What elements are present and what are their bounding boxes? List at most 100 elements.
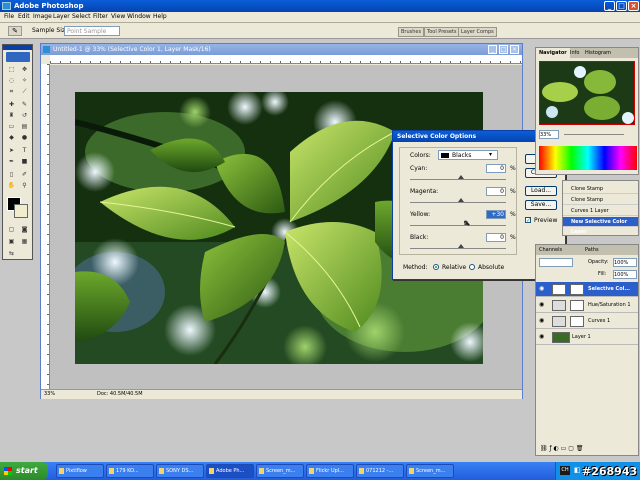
black-slider-thumb[interactable]: [458, 244, 464, 248]
taskbar-item[interactable]: Screen_m...: [256, 464, 304, 478]
gradient-tool-icon[interactable]: ▤: [19, 122, 30, 131]
path-selection-tool-icon[interactable]: ➤: [6, 146, 17, 155]
history-item[interactable]: Clone Stamp: [563, 195, 638, 205]
shape-tool-icon[interactable]: ■: [19, 157, 30, 166]
photoshop-logo-icon[interactable]: [6, 52, 30, 62]
yellow-input[interactable]: +30: [486, 210, 506, 219]
menu-edit[interactable]: Edit: [18, 13, 30, 20]
fill-input[interactable]: 100%: [613, 270, 637, 279]
doc-minimize-button[interactable]: _: [488, 45, 497, 54]
yellow-slider-track[interactable]: [410, 225, 506, 226]
type-tool-icon[interactable]: T: [19, 146, 30, 155]
load-button[interactable]: Load...: [525, 186, 557, 196]
maximize-button[interactable]: □: [616, 1, 627, 11]
sample-size-select[interactable]: Point Sample: [64, 26, 120, 36]
background-color-swatch[interactable]: [14, 204, 28, 218]
menu-filter[interactable]: Filter: [93, 13, 108, 20]
doc-maximize-button[interactable]: □: [499, 45, 508, 54]
history-item[interactable]: Clone Stamp: [563, 184, 638, 194]
black-slider-track[interactable]: [410, 248, 506, 249]
blend-mode-select[interactable]: [539, 258, 573, 267]
visibility-eye-icon[interactable]: ◉: [539, 286, 545, 292]
preview-label[interactable]: Preview: [534, 217, 557, 224]
visibility-eye-icon[interactable]: ◉: [539, 334, 545, 340]
menu-image[interactable]: Image: [33, 13, 52, 20]
colors-select[interactable]: Blacks ▾: [438, 150, 498, 160]
save-button[interactable]: Save...: [525, 200, 557, 210]
cyan-slider-thumb[interactable]: [458, 175, 464, 179]
tab-histogram[interactable]: Histogram: [582, 48, 614, 58]
blur-tool-icon[interactable]: ◆: [6, 133, 17, 142]
navigator-thumbnail[interactable]: [539, 61, 635, 125]
quick-mask-mode-icon[interactable]: ◙: [19, 225, 30, 234]
color-ramp[interactable]: [539, 146, 637, 170]
method-absolute-radio[interactable]: [469, 264, 475, 270]
layer-row-layer-1[interactable]: ◉ Layer 1: [536, 330, 638, 345]
zoom-tool-icon[interactable]: ⚲: [19, 181, 30, 190]
dodge-tool-icon[interactable]: ●: [19, 133, 30, 142]
start-button[interactable]: start: [0, 462, 48, 480]
well-tab-tool-presets[interactable]: Tool Presets: [424, 27, 460, 37]
close-button[interactable]: ×: [628, 1, 639, 11]
visibility-eye-icon[interactable]: ◉: [539, 302, 545, 308]
taskbar-item[interactable]: 179 KO...: [106, 464, 154, 478]
eyedropper-tool-icon[interactable]: ✐: [19, 170, 30, 179]
zoom-level[interactable]: 33%: [44, 390, 55, 399]
tab-info[interactable]: Info: [567, 48, 582, 58]
layer-mask-thumb[interactable]: [570, 300, 584, 311]
method-relative-label[interactable]: Relative: [442, 264, 466, 271]
preview-checkbox[interactable]: ✓: [525, 217, 531, 224]
navigator-zoom-input[interactable]: 33%: [539, 130, 559, 139]
layer-row-selective-color[interactable]: ◉ Selective Col...: [536, 282, 638, 297]
history-brush-tool-icon[interactable]: ↺: [19, 111, 30, 120]
navigator-zoom-slider[interactable]: [564, 134, 624, 135]
hand-tool-icon[interactable]: ✋: [6, 181, 17, 190]
menu-select[interactable]: Select: [72, 13, 91, 20]
slice-tool-icon[interactable]: ⟋: [19, 87, 30, 96]
history-item-selected[interactable]: New Selective Color Layer: [563, 217, 638, 235]
cyan-input[interactable]: 0: [486, 164, 506, 173]
crop-tool-icon[interactable]: ⌗: [6, 87, 17, 96]
history-item[interactable]: Curves 1 Layer: [563, 206, 638, 216]
taskbar-item-active[interactable]: Adobe Ph...: [206, 464, 254, 478]
taskbar-item[interactable]: SONY DS...: [156, 464, 204, 478]
layer-row-hue-saturation[interactable]: ◉ Hue/Saturation 1: [536, 298, 638, 313]
menu-file[interactable]: File: [4, 13, 14, 20]
menu-layer[interactable]: Layer: [53, 13, 70, 20]
taskbar-item[interactable]: Pixtiflow: [56, 464, 104, 478]
menu-help[interactable]: Help: [153, 13, 167, 20]
menu-view[interactable]: View: [111, 13, 125, 20]
tab-paths[interactable]: Paths: [582, 245, 602, 255]
doc-close-button[interactable]: ×: [510, 45, 519, 54]
taskbar-item[interactable]: Screen_m...: [406, 464, 454, 478]
layer-mask-thumb[interactable]: [570, 284, 584, 295]
full-screen-mode-icon[interactable]: ▦: [19, 237, 30, 246]
taskbar-item[interactable]: 071212 -...: [356, 464, 404, 478]
opacity-input[interactable]: 100%: [613, 258, 637, 267]
magenta-input[interactable]: 0: [486, 187, 506, 196]
language-indicator-icon[interactable]: CH: [560, 466, 570, 475]
taskbar-item[interactable]: Flickr Upl...: [306, 464, 354, 478]
clone-stamp-tool-icon[interactable]: ♜: [6, 111, 17, 120]
visibility-eye-icon[interactable]: ◉: [539, 318, 545, 324]
magenta-slider-thumb[interactable]: [458, 198, 464, 202]
layer-panel-buttons[interactable]: ⛓ ƒ ◐ ▭ ▢ 🗑: [540, 445, 583, 452]
doc-size-info[interactable]: Doc: 40.5M/40.5M: [97, 390, 143, 399]
menu-window[interactable]: Window: [127, 13, 151, 20]
horizontal-ruler[interactable]: [50, 55, 522, 64]
move-tool-icon[interactable]: ✥: [19, 65, 30, 74]
pen-tool-icon[interactable]: ✒: [6, 157, 17, 166]
screen-mode-icon[interactable]: ▣: [6, 237, 17, 246]
black-input[interactable]: 0: [486, 233, 506, 242]
healing-brush-tool-icon[interactable]: ✚: [6, 100, 17, 109]
magic-wand-tool-icon[interactable]: ✧: [19, 76, 30, 85]
tab-navigator[interactable]: Navigator: [536, 48, 570, 58]
jump-to-imageready-icon[interactable]: ⇆: [6, 249, 17, 258]
cyan-slider-track[interactable]: [410, 179, 506, 180]
well-tab-layer-comps[interactable]: Layer Comps: [458, 27, 497, 37]
method-absolute-label[interactable]: Absolute: [478, 264, 504, 271]
notes-tool-icon[interactable]: ▯: [6, 170, 17, 179]
minimize-button[interactable]: _: [604, 1, 615, 11]
eyedropper-preset-icon[interactable]: ✎: [8, 26, 22, 36]
toolbox-handle[interactable]: [3, 45, 32, 50]
